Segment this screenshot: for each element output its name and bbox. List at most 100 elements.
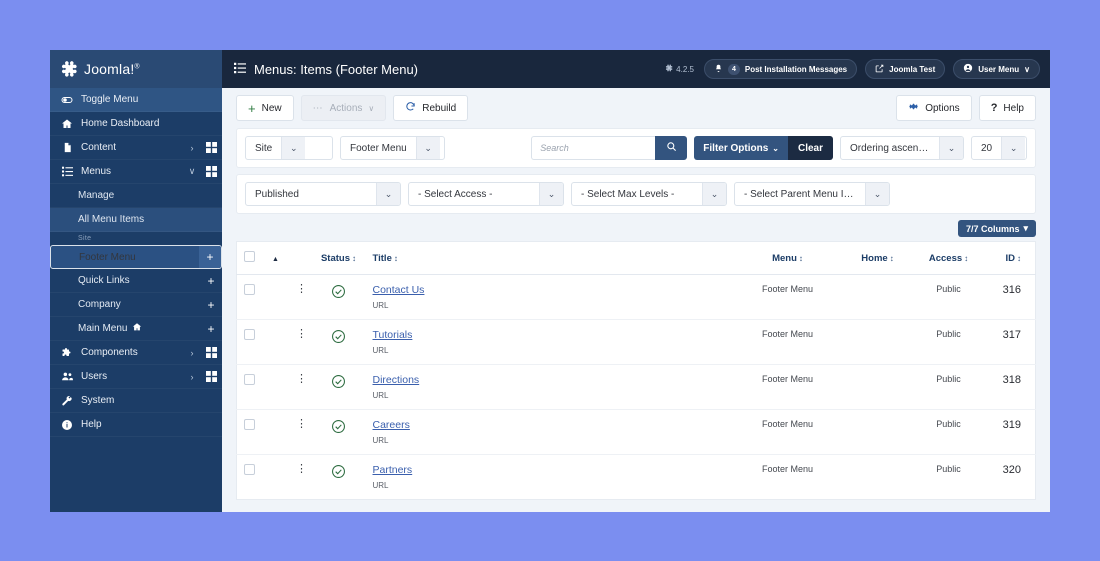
row-checkbox[interactable]	[244, 374, 256, 385]
help-button[interactable]: ? Help	[978, 95, 1036, 121]
kebab-menu-icon[interactable]: ⋮	[296, 463, 307, 475]
site-client-select[interactable]: Site ⌄	[245, 136, 333, 160]
row-ordering-cell[interactable]	[262, 409, 289, 455]
menu-item-title-link[interactable]: Directions	[373, 374, 420, 386]
ordering-select[interactable]: Ordering ascending ⌄	[840, 136, 964, 160]
kebab-menu-icon[interactable]: ⋮	[296, 418, 307, 430]
row-actions-cell[interactable]: ⋮	[288, 319, 315, 365]
add-menu-item-icon[interactable]: +	[200, 269, 222, 293]
row-ordering-cell[interactable]	[262, 364, 289, 410]
brand-logo-area[interactable]: Joomla!®	[50, 50, 222, 88]
grid-icon[interactable]	[200, 347, 222, 358]
options-button[interactable]: Options	[896, 95, 972, 121]
select-all-checkbox[interactable]	[244, 251, 256, 262]
header-ordering[interactable]: ▲	[262, 241, 289, 275]
parent-item-filter-select[interactable]: - Select Parent Menu Item - ⌄	[734, 182, 890, 206]
row-actions-cell[interactable]: ⋮	[289, 455, 315, 500]
menu-select[interactable]: Footer Menu ⌄	[340, 136, 445, 160]
table-row[interactable]: ⋮ Tutorials URL Footer Menu Public 317	[236, 319, 1036, 365]
sidebar-item-content[interactable]: Content ›	[50, 136, 222, 160]
menu-item-title-link[interactable]: Contact Us	[373, 284, 425, 296]
row-checkbox[interactable]	[244, 464, 256, 475]
sidebar-item-help[interactable]: Help	[50, 413, 222, 437]
menu-item-title-link[interactable]: Tutorials	[373, 329, 413, 341]
user-menu-button[interactable]: User Menu ∨	[953, 59, 1040, 79]
menu-item-title-link[interactable]: Careers	[373, 419, 410, 431]
row-actions-cell[interactable]: ⋮	[288, 409, 315, 455]
kebab-menu-icon[interactable]: ⋮	[296, 328, 307, 340]
row-actions-cell[interactable]: ⋮	[288, 274, 315, 320]
row-checkbox-cell[interactable]	[236, 364, 263, 410]
table-row[interactable]: ⋮ Contact Us URL Footer Menu Public 316	[236, 274, 1036, 320]
sidebar-item-system[interactable]: System	[50, 389, 222, 413]
sidebar-item-all-menu-items[interactable]: All Menu Items	[50, 208, 222, 232]
sidebar-item-home-dashboard[interactable]: Home Dashboard	[50, 112, 222, 136]
visit-site-button[interactable]: Joomla Test	[865, 59, 946, 79]
row-checkbox-cell[interactable]	[237, 455, 263, 500]
add-menu-item-icon[interactable]: +	[200, 293, 222, 317]
header-id[interactable]: ID ↕	[985, 241, 1036, 275]
table-row[interactable]: ⋮ Partners URL Footer Menu Public 320	[237, 455, 1036, 500]
sidebar-item-manage[interactable]: Manage	[50, 184, 222, 208]
check-circle-icon[interactable]	[331, 420, 346, 437]
row-ordering-cell[interactable]	[263, 455, 289, 500]
row-ordering-cell[interactable]	[262, 274, 289, 320]
row-status-cell[interactable]	[314, 274, 363, 320]
check-circle-icon[interactable]	[331, 465, 346, 482]
grid-icon[interactable]	[200, 371, 222, 382]
sidebar-item-company[interactable]: Company +	[50, 293, 222, 317]
row-checkbox-cell[interactable]	[236, 319, 263, 365]
sidebar-item-menus[interactable]: Menus ∨	[50, 160, 222, 184]
rebuild-button[interactable]: Rebuild	[393, 95, 469, 121]
check-circle-icon[interactable]	[331, 330, 346, 347]
check-circle-icon[interactable]	[331, 375, 346, 392]
row-ordering-cell[interactable]	[262, 319, 289, 365]
sidebar-item-footer-menu[interactable]: Footer Menu +	[50, 245, 222, 269]
list-limit-select[interactable]: 20 ⌄	[971, 136, 1027, 160]
actions-button[interactable]: ⋯ Actions ∨	[300, 95, 387, 121]
header-menu[interactable]: Menu ↕	[731, 241, 844, 275]
header-title[interactable]: Title ↕	[362, 241, 732, 275]
row-checkbox[interactable]	[244, 284, 256, 295]
add-menu-item-icon[interactable]: +	[200, 317, 222, 341]
check-circle-icon[interactable]	[331, 285, 346, 302]
chevron-down-icon: ⌄	[702, 183, 726, 205]
filter-options-button[interactable]: Filter Options ⌄	[694, 136, 788, 160]
row-checkbox[interactable]	[244, 419, 256, 430]
add-menu-item-icon[interactable]: +	[199, 246, 221, 268]
new-button[interactable]: + New	[236, 95, 294, 121]
grid-icon[interactable]	[200, 166, 222, 177]
status-filter-select[interactable]: Published ⌄	[245, 182, 401, 206]
search-button[interactable]	[655, 136, 688, 160]
sidebar-item-components[interactable]: Components ›	[50, 341, 222, 365]
header-home[interactable]: Home ↕	[843, 241, 912, 275]
header-status[interactable]: Status ↕	[314, 241, 363, 275]
new-button-label: New	[261, 102, 282, 114]
row-status-cell[interactable]	[314, 409, 363, 455]
row-checkbox-cell[interactable]	[236, 409, 263, 455]
access-filter-select[interactable]: - Select Access - ⌄	[408, 182, 564, 206]
max-levels-filter-select[interactable]: - Select Max Levels - ⌄	[571, 182, 727, 206]
search-input[interactable]	[531, 136, 656, 160]
table-row[interactable]: ⋮ Directions URL Footer Menu Public 318	[236, 364, 1036, 410]
sidebar-item-users[interactable]: Users ›	[50, 365, 222, 389]
kebab-menu-icon[interactable]: ⋮	[296, 373, 307, 385]
header-select-all[interactable]	[236, 241, 263, 275]
columns-toggle-button[interactable]: 7/7 Columns ▾	[957, 220, 1036, 237]
sidebar-item-quick-links[interactable]: Quick Links +	[50, 269, 222, 293]
sidebar-item-toggle-menu[interactable]: Toggle Menu	[50, 88, 222, 112]
post-installation-messages-button[interactable]: 4 Post Installation Messages	[703, 59, 858, 79]
sidebar-item-main-menu[interactable]: Main Menu +	[50, 317, 222, 341]
row-status-cell[interactable]	[315, 455, 363, 500]
table-row[interactable]: ⋮ Careers URL Footer Menu Public 319	[236, 409, 1036, 455]
kebab-menu-icon[interactable]: ⋮	[296, 283, 307, 295]
row-status-cell[interactable]	[314, 364, 363, 410]
row-actions-cell[interactable]: ⋮	[288, 364, 315, 410]
row-checkbox[interactable]	[244, 329, 256, 340]
row-status-cell[interactable]	[314, 319, 363, 365]
header-access[interactable]: Access ↕	[911, 241, 986, 275]
clear-filters-button[interactable]: Clear	[787, 136, 833, 160]
grid-icon[interactable]	[200, 142, 222, 153]
row-checkbox-cell[interactable]	[236, 274, 263, 320]
menu-item-title-link[interactable]: Partners	[373, 464, 413, 476]
